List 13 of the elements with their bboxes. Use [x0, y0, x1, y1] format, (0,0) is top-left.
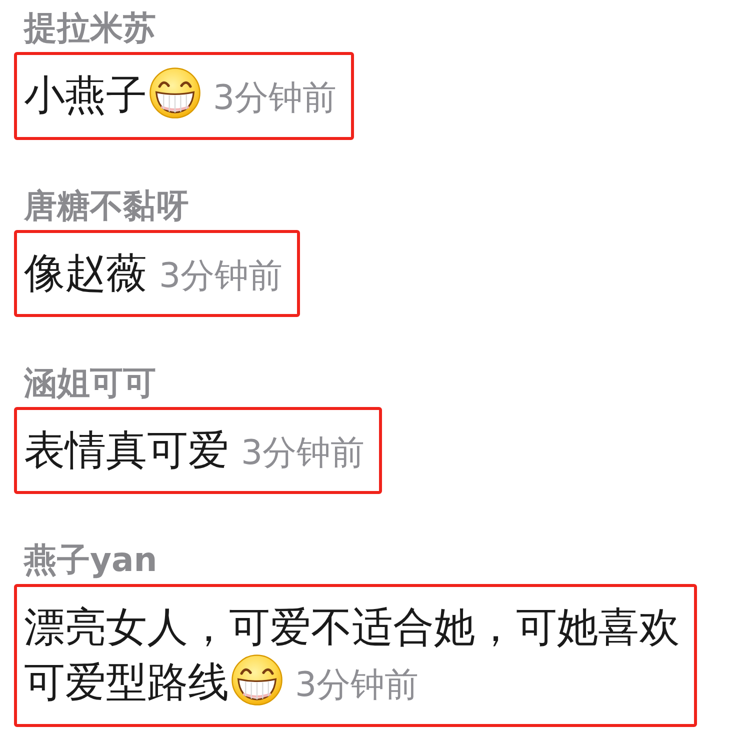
comment-text: 表情真可爱 [24, 426, 229, 474]
username: 燕子yan [24, 540, 158, 580]
timestamp: 3分钟前 [159, 256, 283, 296]
comment-text: 可爱型路线 [24, 658, 229, 706]
timestamp: 3分钟前 [241, 432, 365, 473]
comment-text: 漂亮女人，可爱不适合她，可她喜欢 [24, 602, 680, 653]
comment-text: 像赵薇 [24, 248, 147, 297]
comment-text: 小燕子 [24, 71, 147, 119]
username: 唐糖不黏呀 [24, 186, 190, 226]
username: 提拉米苏 [24, 8, 157, 48]
username: 涵姐可可 [24, 362, 157, 403]
timestamp: 3分钟前 [295, 664, 419, 705]
timestamp: 3分钟前 [213, 78, 337, 118]
